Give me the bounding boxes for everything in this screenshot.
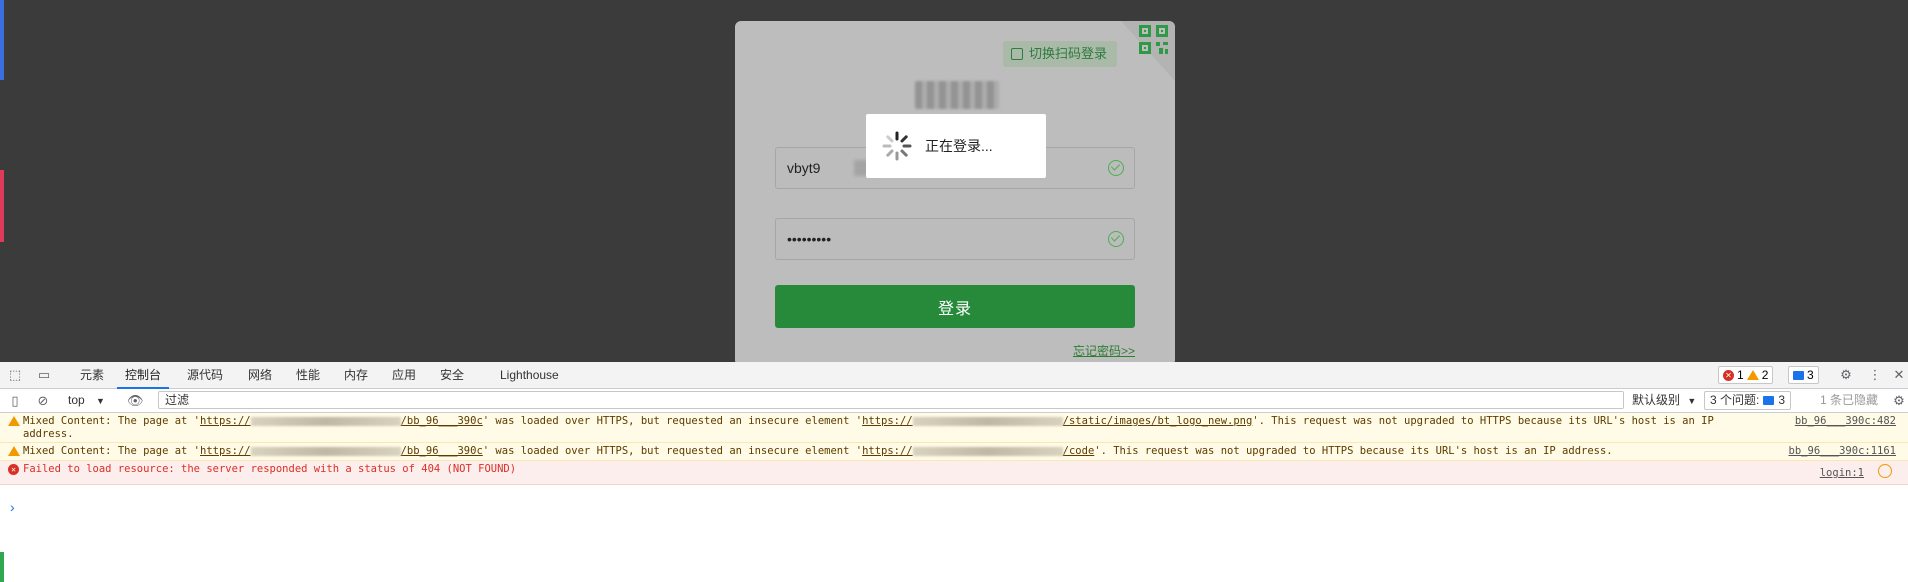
device-toggle-icon[interactable]: ▭ [37, 368, 51, 382]
more-vertical-icon[interactable]: ⋮ [1868, 368, 1882, 382]
check-circle-icon [1108, 160, 1124, 176]
message-icon [1793, 370, 1804, 380]
page-url-link[interactable]: https:// /bb_96___390c [200, 415, 483, 427]
tab-application[interactable]: 应用 [392, 362, 416, 389]
page-viewport: 切换扫码登录 vbyt9 t ••••••••• 登录 忘记密码>> [0, 0, 1908, 362]
level-label: 默认级别 [1632, 393, 1681, 407]
username-value: vbyt9 [787, 160, 821, 176]
clear-console-icon[interactable]: ⊘ [36, 394, 50, 408]
edge-strip-red [0, 170, 4, 242]
tab-memory[interactable]: 内存 [344, 362, 368, 389]
error-icon: ✕ [1723, 369, 1734, 381]
console-message-warning: Mixed Content: The page at 'https:///bb_… [0, 413, 1908, 443]
message-suffix-line2: address. [23, 428, 74, 440]
url-end: /static/images/bt_logo_new.png [1062, 415, 1253, 427]
eye-icon[interactable]: 👁 [127, 394, 144, 408]
close-icon[interactable]: ✕ [1892, 368, 1906, 382]
error-warning-badge[interactable]: ✕ 1 2 [1718, 366, 1774, 384]
console-prompt[interactable]: › [10, 499, 15, 515]
redacted-text [250, 446, 401, 456]
source-link[interactable]: login:1 [1820, 467, 1864, 480]
level-select[interactable]: 默认级别 ▼ [1632, 392, 1696, 410]
chevron-down-icon: ▼ [96, 396, 105, 406]
warning-icon [8, 416, 20, 426]
devtools-tabbar: ⬚ ▭ 元素 控制台 源代码 网络 性能 内存 应用 安全 Lighthouse… [0, 362, 1908, 389]
message-icon [1763, 396, 1775, 405]
edge-strip-green [0, 552, 4, 582]
url-end: /bb_96___390c [400, 415, 483, 427]
context-select[interactable]: top ▼ [68, 392, 105, 410]
check-circle-icon [1108, 231, 1124, 247]
console-message-warning: Mixed Content: The page at 'https:///bb_… [0, 443, 1908, 461]
spinner-icon [882, 131, 912, 161]
message-middle: ' was loaded over HTTPS, but requested a… [482, 415, 863, 427]
forgot-password-link[interactable]: 忘记密码>> [1073, 342, 1135, 359]
source-link[interactable]: bb_96___390c:1161 [1789, 445, 1896, 458]
message-suffix: '. This request was not upgraded to HTTP… [1252, 415, 1714, 427]
sidebar-toggle-icon[interactable]: ▯ [8, 394, 22, 408]
error-count: 1 [1737, 368, 1744, 382]
console-settings-icon[interactable]: ⚙ [1892, 394, 1906, 408]
qr-switch-label: 切换扫码登录 [1029, 46, 1108, 61]
gear-icon[interactable]: ⚙ [1839, 368, 1853, 382]
edge-strip-blue [0, 0, 4, 80]
tab-elements[interactable]: 元素 [80, 362, 104, 389]
source-link[interactable]: bb_96___390c:482 [1795, 415, 1896, 428]
redacted-text [912, 446, 1063, 456]
message-text: Failed to load resource: the server resp… [23, 463, 517, 475]
console-message-error: ✕ Failed to load resource: the server re… [0, 461, 1908, 485]
password-value: ••••••••• [787, 231, 832, 247]
tab-network[interactable]: 网络 [248, 362, 272, 389]
info-badge[interactable]: 3 [1788, 366, 1819, 384]
url-start: https:// [862, 445, 913, 457]
tab-console[interactable]: 控制台 [117, 362, 170, 389]
message-suffix: '. This request was not upgraded to HTTP… [1094, 445, 1613, 457]
filter-input[interactable] [158, 391, 1624, 409]
message-text: Mixed Content: The page at 'https:///bb_… [23, 445, 1798, 458]
qr-code-icon[interactable] [1121, 21, 1175, 81]
loading-text: 正在登录... [925, 138, 993, 154]
hidden-count: 1 条已隐藏 [1820, 393, 1879, 407]
issues-button[interactable]: 3 个问题: 3 [1704, 391, 1792, 410]
warning-count: 2 [1761, 368, 1769, 382]
message-middle: ' was loaded over HTTPS, but requested a… [482, 445, 863, 457]
url-end: /code [1062, 445, 1095, 457]
chevron-down-icon: ▼ [1687, 396, 1697, 406]
resource-url-link[interactable]: https:// /static/images/bt_logo_new.png [862, 415, 1252, 427]
page-url-link[interactable]: https:// /bb_96___390c [200, 445, 483, 457]
tab-security[interactable]: 安全 [440, 362, 464, 389]
url-start: https:// [862, 415, 913, 427]
inspect-element-icon[interactable]: ⬚ [8, 368, 22, 382]
redacted-text [250, 416, 401, 426]
tab-lighthouse[interactable]: Lighthouse [500, 362, 559, 389]
warning-icon [1746, 370, 1759, 380]
site-logo [915, 81, 999, 109]
url-start: https:// [200, 415, 251, 427]
qr-switch-button[interactable]: 切换扫码登录 [1003, 41, 1118, 67]
tab-performance[interactable]: 性能 [296, 362, 320, 389]
devtools-panel: ⬚ ▭ 元素 控制台 源代码 网络 性能 内存 应用 安全 Lighthouse… [0, 362, 1908, 582]
error-icon: ✕ [8, 464, 19, 475]
context-value: top [68, 393, 85, 407]
warning-icon [8, 446, 20, 456]
password-field[interactable]: ••••••••• [775, 218, 1135, 260]
scan-icon [1011, 48, 1023, 60]
resource-url-link[interactable]: https:// /code [862, 445, 1094, 457]
issues-count: 3 [1778, 393, 1786, 407]
info-count: 3 [1807, 368, 1814, 382]
url-start: https:// [200, 445, 251, 457]
url-end: /bb_96___390c [400, 445, 483, 457]
issues-label: 3 个问题: [1710, 393, 1760, 407]
message-prefix: Mixed Content: The page at ' [23, 445, 201, 457]
login-card: 切换扫码登录 vbyt9 t ••••••••• 登录 忘记密码>> [735, 21, 1175, 362]
loading-dialog: 正在登录... [866, 114, 1046, 178]
console-toolbar: ▯ ⊘ top ▼ 👁 默认级别 ▼ 3 个问题: 3 1 条已隐藏 ⚙ [0, 389, 1908, 413]
translate-icon[interactable] [1878, 464, 1892, 478]
login-button[interactable]: 登录 [775, 285, 1135, 328]
message-prefix: Mixed Content: The page at ' [23, 415, 201, 427]
tab-sources[interactable]: 源代码 [187, 362, 223, 389]
message-text: Mixed Content: The page at 'https:///bb_… [23, 415, 1758, 441]
redacted-text [912, 416, 1063, 426]
